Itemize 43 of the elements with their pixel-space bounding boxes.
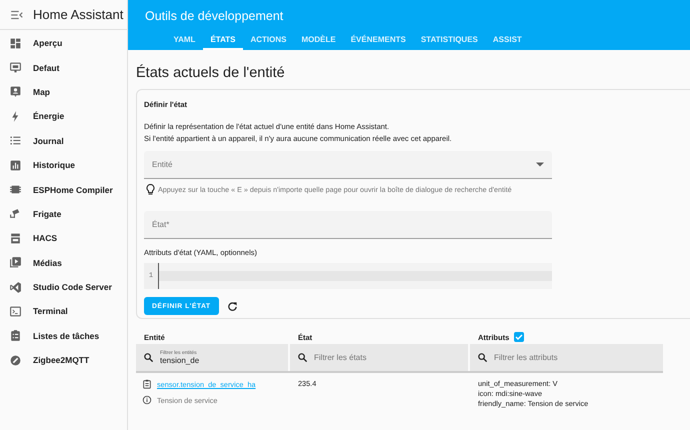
monitor-icon [9, 61, 22, 74]
camera-icon [9, 207, 22, 220]
terminal-icon [9, 304, 22, 318]
slashed-circle-icon [9, 354, 22, 367]
chart-icon [9, 158, 22, 172]
sidebar-item[interactable]: Listes de tâches [0, 324, 127, 348]
sidebar-item[interactable]: Studio Code Server [0, 274, 127, 300]
chip-icon [9, 183, 22, 196]
search-icon [297, 352, 308, 363]
app-title: Home Assistant [33, 7, 124, 22]
sidebar-item[interactable]: Historique [0, 152, 127, 178]
sidebar-item[interactable]: Terminal [0, 299, 127, 324]
page-title: États actuels de l'entité [136, 65, 286, 81]
sidebar-item[interactable]: Énergie [0, 104, 127, 129]
entity-dropdown[interactable]: Entité [144, 151, 552, 179]
refresh-icon[interactable] [226, 300, 238, 312]
clipboard-icon[interactable] [142, 379, 152, 389]
sidebar-item[interactable]: Frigate [0, 202, 127, 226]
sidebar-item[interactable]: Aperçu [0, 31, 127, 56]
caret-icon [536, 162, 544, 167]
list-icon [9, 134, 22, 148]
filter-field[interactable]: Filtrer les attributs [470, 344, 663, 371]
dashboard-icon [9, 36, 22, 50]
sidebar-item[interactable]: Médias [0, 250, 127, 275]
code-editor-icon [9, 280, 22, 294]
checkbox[interactable] [514, 332, 524, 342]
filter-field[interactable]: Filtrer les états [290, 344, 470, 371]
page-header-title: Outils de développement [145, 9, 284, 23]
sidebar-item[interactable]: HACS [0, 226, 127, 251]
sidebar-item[interactable]: Journal [0, 128, 127, 153]
store-icon [9, 232, 22, 245]
search-icon [477, 352, 488, 363]
lightbulb-icon [146, 184, 155, 195]
search-icon [143, 352, 154, 363]
sidebar-item[interactable]: Map [0, 80, 127, 104]
sidebar-item[interactable]: Zigbee2MQTT [0, 348, 127, 372]
info-icon[interactable] [142, 395, 152, 405]
sidebar-item[interactable]: ESPHome Compiler [0, 177, 127, 202]
sidebar-item[interactable]: Defaut [0, 55, 127, 80]
state-field[interactable]: État* [144, 211, 552, 239]
person-badge-icon [9, 85, 22, 98]
clipboard-icon [9, 329, 22, 342]
play-icon [9, 256, 22, 270]
